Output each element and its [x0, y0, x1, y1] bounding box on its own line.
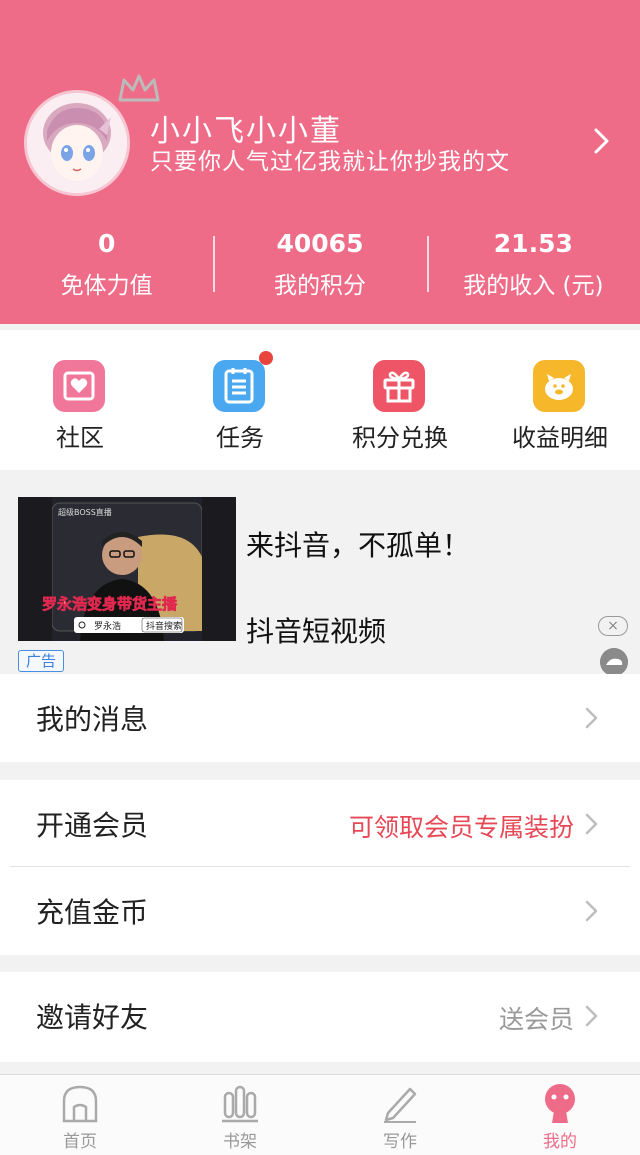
stat-label: 我的收入 (元)	[463, 273, 604, 299]
row-recharge-coins[interactable]: 充值金币	[0, 867, 640, 955]
chevron-right-icon	[585, 900, 598, 922]
home-icon	[62, 1085, 98, 1123]
row-label: 充值金币	[36, 896, 149, 929]
task-badge-dot	[259, 351, 273, 365]
ad-label-badge: 广告	[18, 650, 64, 672]
stat-value: 40065	[276, 229, 364, 258]
profile-icon	[545, 1084, 575, 1123]
row-vip-membership[interactable]: 开通会员 可领取会员专属装扮	[0, 780, 640, 868]
stat-label: 免体力值	[60, 273, 153, 299]
stat-points[interactable]: 40065 我的积分	[213, 228, 426, 302]
ad-thumbnail[interactable]: 超级BOSS直播 罗永浩变身带货主播 罗永浩 抖音搜索	[18, 497, 236, 641]
crown-icon	[118, 74, 160, 102]
gift-icon	[373, 360, 425, 412]
quick-item-earnings[interactable]: 收益明细	[480, 330, 640, 470]
ad-close-button[interactable]: ×	[598, 616, 628, 636]
quick-item-community[interactable]: 社区	[0, 330, 160, 470]
ad-video-image: 超级BOSS直播 罗永浩变身带货主播 罗永浩 抖音搜索	[18, 497, 236, 641]
quick-label: 积分兑换	[352, 424, 448, 452]
user-signature: 只要你人气过亿我就让你抄我的文	[150, 149, 510, 175]
chevron-right-icon	[585, 707, 598, 729]
tab-label: 首页	[63, 1132, 97, 1152]
chevron-right-icon[interactable]	[590, 126, 614, 156]
tab-home[interactable]: 首页	[0, 1075, 160, 1155]
quick-label: 收益明细	[512, 424, 608, 452]
ad-title[interactable]: 来抖音，不孤单！	[246, 524, 470, 564]
tab-label: 我的	[543, 1132, 577, 1152]
tab-bookshelf[interactable]: 书架	[160, 1075, 320, 1155]
avatar[interactable]	[24, 90, 130, 196]
ad-network-logo-icon	[600, 648, 628, 676]
tab-label: 书架	[223, 1132, 257, 1152]
quick-label: 社区	[56, 424, 104, 452]
stat-value: 0	[97, 229, 116, 258]
chevron-right-icon	[585, 1005, 598, 1027]
row-invite-friends[interactable]: 邀请好友 送会员	[0, 972, 640, 1062]
row-label: 开通会员	[36, 809, 149, 842]
bookshelf-icon	[222, 1085, 258, 1123]
tab-profile[interactable]: 我的	[480, 1075, 640, 1155]
tab-write[interactable]: 写作	[320, 1075, 480, 1155]
quick-label: 任务	[216, 424, 264, 452]
ad-thumb-top-text: 超级BOSS直播	[58, 507, 112, 517]
ad-thumb-caption: 罗永浩变身带货主播	[42, 595, 178, 613]
vip-promo-text: 可领取会员专属装扮	[348, 813, 574, 842]
tab-label: 写作	[383, 1132, 417, 1152]
piggy-bank-icon	[533, 360, 585, 412]
row-label: 我的消息	[36, 703, 149, 736]
ad-banner[interactable]: 超级BOSS直播 罗永浩变身带货主播 罗永浩 抖音搜索 来抖音，不孤单！ 抖音短…	[0, 470, 640, 676]
stat-label: 我的积分	[273, 273, 366, 299]
bottom-tab-bar: 首页 书架 写作 我的	[0, 1074, 640, 1155]
row-my-messages[interactable]: 我的消息	[0, 674, 640, 762]
profile-header: 小小飞小小董 只要你人气过亿我就让你抄我的文 0 免体力值 40065 我的积分…	[0, 0, 640, 324]
ad-subtitle[interactable]: 抖音短视频	[246, 610, 386, 650]
stat-income[interactable]: 21.53 我的收入 (元)	[426, 228, 640, 302]
stat-value: 21.53	[493, 229, 573, 258]
ad-thumb-search-button: 抖音搜索	[146, 620, 182, 632]
ad-thumb-search-name: 罗永浩	[94, 620, 121, 632]
chevron-right-icon	[585, 813, 598, 835]
quick-item-tasks[interactable]: 任务	[160, 330, 320, 470]
stats-bar: 0 免体力值 40065 我的积分 21.53 我的收入 (元)	[0, 228, 640, 302]
invite-reward-text: 送会员	[498, 1005, 574, 1034]
row-label: 邀请好友	[36, 1001, 149, 1034]
community-icon	[53, 360, 105, 412]
quick-item-points-exchange[interactable]: 积分兑换	[320, 330, 480, 470]
task-icon	[213, 360, 265, 412]
quick-menu: 社区 任务 积分兑换 收益明细	[0, 330, 640, 470]
pen-icon	[384, 1087, 417, 1123]
avatar-image	[27, 93, 127, 193]
avatar-container[interactable]	[24, 74, 160, 196]
stat-stamina[interactable]: 0 免体力值	[0, 228, 213, 302]
